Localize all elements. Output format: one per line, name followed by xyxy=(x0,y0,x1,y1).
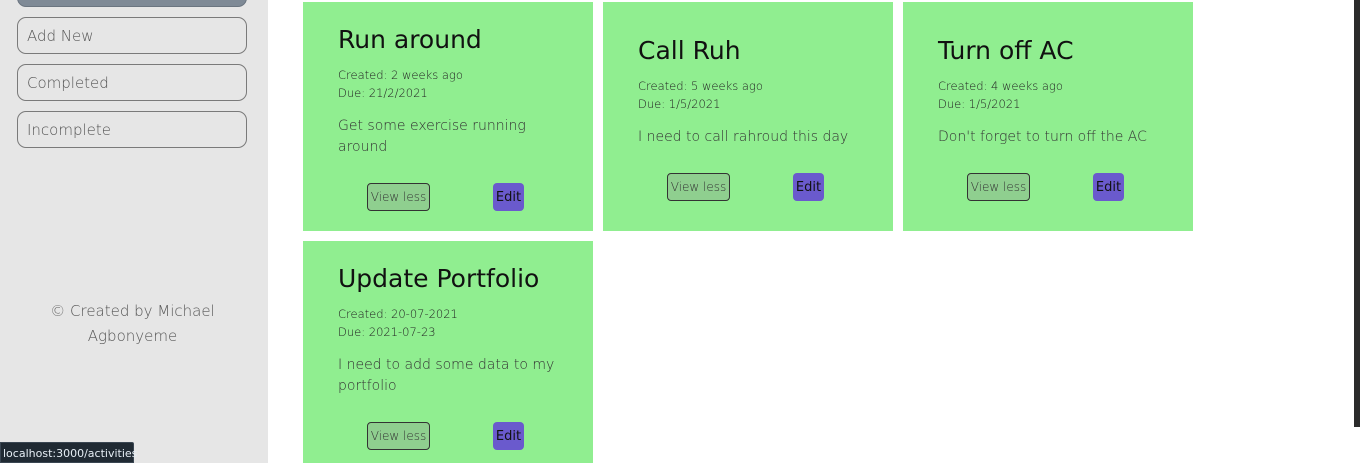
card-description: Don't forget to turn off the AC xyxy=(938,129,1147,145)
activity-card: Run around Created: 2 weeks ago Due: 21/… xyxy=(303,2,593,231)
edit-button[interactable]: Edit xyxy=(793,173,824,201)
nav-incomplete-button[interactable]: Incomplete xyxy=(17,111,247,148)
card-due: Due: 2021-07-23 xyxy=(338,325,436,339)
card-created: Created: 2 weeks ago xyxy=(338,68,463,82)
sidebar: Add New Completed Incomplete © Created b… xyxy=(0,0,268,463)
activity-card: Turn off AC Created: 4 weeks ago Due: 1/… xyxy=(903,2,1193,231)
view-less-button[interactable]: View less xyxy=(667,173,730,201)
status-bar-url: localhost:3000/activities xyxy=(0,442,137,463)
edit-button[interactable]: Edit xyxy=(493,183,524,211)
card-created: Created: 4 weeks ago xyxy=(938,79,1063,93)
edit-button[interactable]: Edit xyxy=(1093,173,1124,201)
nav-completed-button[interactable]: Completed xyxy=(17,64,247,101)
card-due: Due: 21/2/2021 xyxy=(338,86,428,100)
activity-card: Update Portfolio Created: 20-07-2021 Due… xyxy=(303,241,593,463)
activity-card: Call Ruh Created: 5 weeks ago Due: 1/5/2… xyxy=(603,2,893,231)
card-created: Created: 5 weeks ago xyxy=(638,79,763,93)
card-description: Get some exercise running around xyxy=(338,118,526,155)
scrollbar-thumb[interactable] xyxy=(1354,0,1360,427)
footer-credit: © Created by Michael Agbonyeme xyxy=(50,302,215,345)
card-description: I need to add some data to my portfolio xyxy=(338,357,555,394)
card-due: Due: 1/5/2021 xyxy=(638,97,721,111)
nav-all-activities-button[interactable] xyxy=(17,0,247,7)
card-title: Run around xyxy=(338,25,482,54)
card-description: I need to call rahroud this day xyxy=(638,129,849,145)
nav-add-new-button[interactable]: Add New xyxy=(17,17,247,54)
card-created: Created: 20-07-2021 xyxy=(338,307,458,321)
card-title: Call Ruh xyxy=(638,36,741,65)
app-root: Add New Completed Incomplete © Created b… xyxy=(0,0,1360,463)
scrollbar-track[interactable] xyxy=(1354,0,1360,463)
card-due: Due: 1/5/2021 xyxy=(938,97,1021,111)
view-less-button[interactable]: View less xyxy=(367,183,430,211)
edit-button[interactable]: Edit xyxy=(493,422,524,450)
view-less-button[interactable]: View less xyxy=(967,173,1030,201)
card-title: Update Portfolio xyxy=(338,264,540,293)
card-title: Turn off AC xyxy=(938,36,1074,65)
view-less-button[interactable]: View less xyxy=(367,422,430,450)
